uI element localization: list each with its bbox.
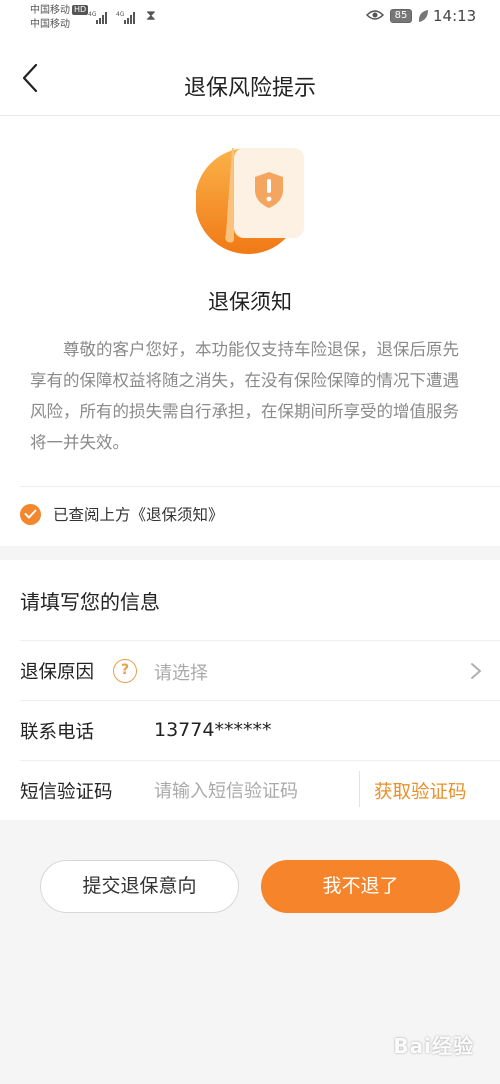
sms-code-input[interactable] xyxy=(154,775,354,807)
notice-body: 尊敬的客户您好，本功能仅支持车险退保，退保后原先享有的保障权益将随之消失，在没有… xyxy=(30,340,459,452)
divider xyxy=(359,771,360,807)
phone-value: 13774****** xyxy=(154,719,272,741)
phone-row: 联系电话 13774****** xyxy=(20,700,500,760)
confirm-label: 已查阅上方《退保须知》 xyxy=(53,506,224,524)
submit-button[interactable]: 提交退保意向 xyxy=(40,860,239,913)
page-title: 退保风险提示 xyxy=(183,76,316,101)
check-icon xyxy=(20,503,41,525)
get-code-button[interactable]: 获取验证码 xyxy=(374,778,467,804)
status-bar: 中国移动 HD 中国移动 4G 4G ⧗ 85 14:13 xyxy=(0,0,500,40)
carrier-1: 中国移动 xyxy=(30,5,70,16)
notice-card: 退保须知 尊敬的客户您好，本功能仅支持车险退保，退保后原先享有的保障权益将随之消… xyxy=(0,116,500,546)
svg-text:4G: 4G xyxy=(88,11,97,18)
eye-icon xyxy=(366,10,384,20)
signal-icon: 4G xyxy=(116,11,135,24)
nav-bar: 退保风险提示 xyxy=(0,40,500,116)
stay-button[interactable]: 我不退了 xyxy=(261,860,460,913)
signal-icon: 4G xyxy=(88,11,107,24)
svg-text:4G: 4G xyxy=(116,11,125,18)
sms-row: 短信验证码 获取验证码 xyxy=(20,760,500,820)
phone-label: 联系电话 xyxy=(20,722,95,743)
battery-icon: 85 xyxy=(390,9,412,23)
sms-label: 短信验证码 xyxy=(20,782,113,803)
shield-warning-icon xyxy=(196,148,304,254)
hourglass-icon: ⧗ xyxy=(146,8,156,24)
watermark: Bai经验 xyxy=(393,1034,474,1058)
clock: 14:13 xyxy=(433,7,477,25)
carrier-info: 中国移动 HD 中国移动 xyxy=(30,4,89,32)
reason-label: 退保原因 xyxy=(20,662,95,683)
hd-badge: HD xyxy=(72,5,89,15)
help-icon[interactable]: ? xyxy=(113,659,137,683)
reason-select[interactable]: 请选择 xyxy=(154,659,208,685)
notice-title: 退保须知 xyxy=(208,290,292,314)
info-form: 请填写您的信息 退保原因 ? 请选择 联系电话 13774****** 短信验证… xyxy=(0,560,500,820)
reason-row[interactable]: 退保原因 ? 请选择 xyxy=(20,640,500,700)
leaf-icon xyxy=(418,10,428,22)
divider xyxy=(20,486,500,487)
chevron-right-icon xyxy=(471,663,481,679)
carrier-2: 中国移动 xyxy=(30,19,70,30)
confirm-checkbox[interactable]: 已查阅上方《退保须知》 xyxy=(20,503,224,525)
form-title: 请填写您的信息 xyxy=(20,590,160,614)
